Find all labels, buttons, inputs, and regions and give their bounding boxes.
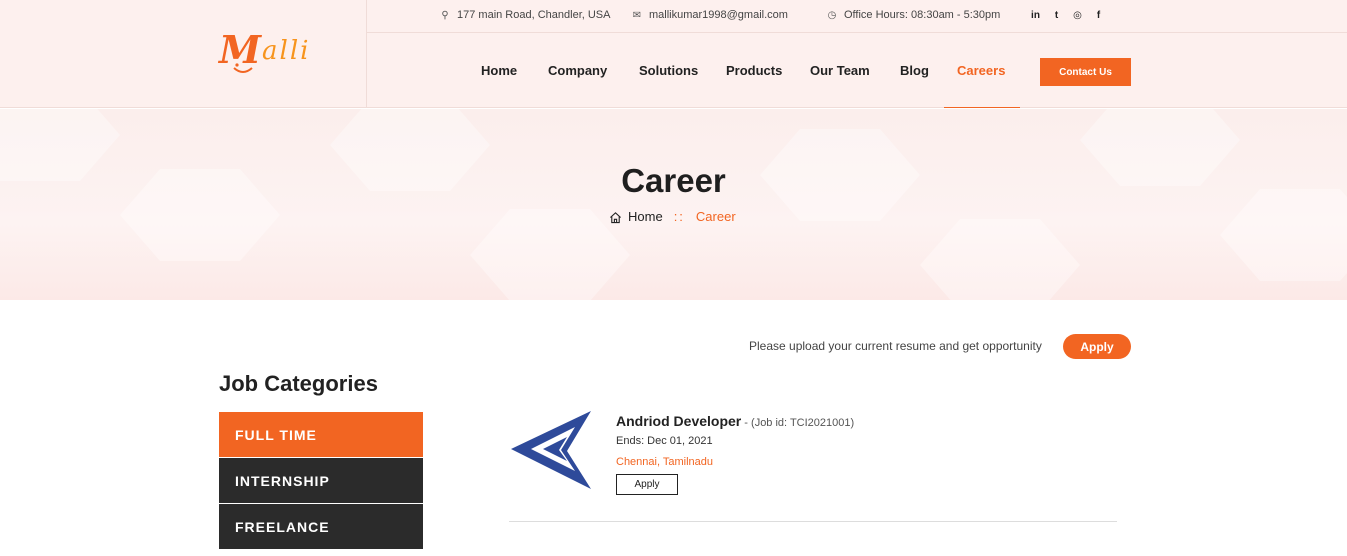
- category-full-time[interactable]: FULL TIME: [219, 412, 423, 457]
- upload-apply-button[interactable]: Apply: [1063, 334, 1131, 359]
- logo-smile-icon: [233, 63, 253, 73]
- address-info: ⚲ 177 main Road, Chandler, USA: [439, 9, 610, 22]
- job-location: Chennai, Tamilnadu: [616, 456, 714, 468]
- banner-hex-decoration: [920, 219, 1080, 300]
- hours-text: Office Hours: 08:30am - 5:30pm: [844, 9, 1001, 21]
- nav-item-home[interactable]: Home: [481, 63, 517, 79]
- job-categories-title: Job Categories: [219, 371, 378, 396]
- social-links: in t ◎ f: [1030, 9, 1104, 22]
- breadcrumb: Home :: Career: [609, 209, 736, 225]
- job-title[interactable]: Andriod Developer: [616, 413, 741, 429]
- breadcrumb-separator: ::: [673, 209, 685, 224]
- logo-area: M alli: [0, 0, 367, 108]
- company-logo-icon: [511, 411, 591, 489]
- breadcrumb-current: Career: [695, 209, 736, 224]
- job-title-row: Andriod Developer - (Job id: TCI2021001): [616, 412, 854, 432]
- nav-item-products[interactable]: Products: [726, 63, 782, 79]
- nav-item-blog[interactable]: Blog: [900, 63, 929, 79]
- active-nav-underline: [944, 107, 1020, 108]
- contact-us-button[interactable]: Contact Us: [1040, 58, 1131, 86]
- category-freelance[interactable]: FREELANCE: [219, 504, 423, 549]
- breadcrumb-home-link[interactable]: Home: [628, 209, 663, 225]
- upload-resume-text: Please upload your current resume and ge…: [749, 339, 1042, 353]
- facebook-icon[interactable]: f: [1093, 9, 1104, 22]
- site-header: M alli ⚲ 177 main Road, Chandler, USA ✉ …: [0, 0, 1347, 108]
- email-text[interactable]: mallikumar1998@gmail.com: [649, 9, 788, 22]
- banner-hex-decoration: [470, 209, 630, 300]
- instagram-icon[interactable]: ◎: [1072, 9, 1083, 22]
- top-info-bar: ⚲ 177 main Road, Chandler, USA ✉ malliku…: [367, 0, 1347, 33]
- address-text: 177 main Road, Chandler, USA: [457, 9, 611, 21]
- job-id: - (Job id: TCI2021001): [741, 417, 855, 429]
- category-internship[interactable]: INTERNSHIP: [219, 458, 423, 503]
- page-title: Career: [621, 162, 726, 199]
- nav-item-careers[interactable]: Careers: [957, 63, 1005, 79]
- hours-info: ◷ Office Hours: 08:30am - 5:30pm: [826, 9, 1001, 22]
- linkedin-icon[interactable]: in: [1030, 9, 1041, 22]
- page-banner: Career Home :: Career: [0, 109, 1347, 300]
- logo-text: alli: [262, 36, 311, 66]
- banner-hex-decoration: [1220, 189, 1347, 281]
- nav-item-company[interactable]: Company: [548, 63, 607, 79]
- home-icon: [610, 211, 621, 223]
- brand-logo[interactable]: M alli: [219, 28, 329, 78]
- twitter-icon[interactable]: t: [1051, 9, 1062, 22]
- job-apply-button[interactable]: Apply: [616, 474, 678, 495]
- job-divider: [509, 521, 1117, 522]
- main-nav: Home Company Solutions Products Our Team…: [367, 34, 1347, 108]
- email-info[interactable]: ✉ mallikumar1998@gmail.com: [631, 9, 788, 22]
- envelope-icon: ✉: [632, 10, 642, 21]
- nav-item-our-team[interactable]: Our Team: [810, 63, 870, 79]
- clock-icon: ◷: [827, 10, 837, 21]
- map-pin-icon: ⚲: [441, 10, 449, 21]
- job-end-date: Ends: Dec 01, 2021: [616, 435, 713, 447]
- nav-item-solutions[interactable]: Solutions: [639, 63, 698, 79]
